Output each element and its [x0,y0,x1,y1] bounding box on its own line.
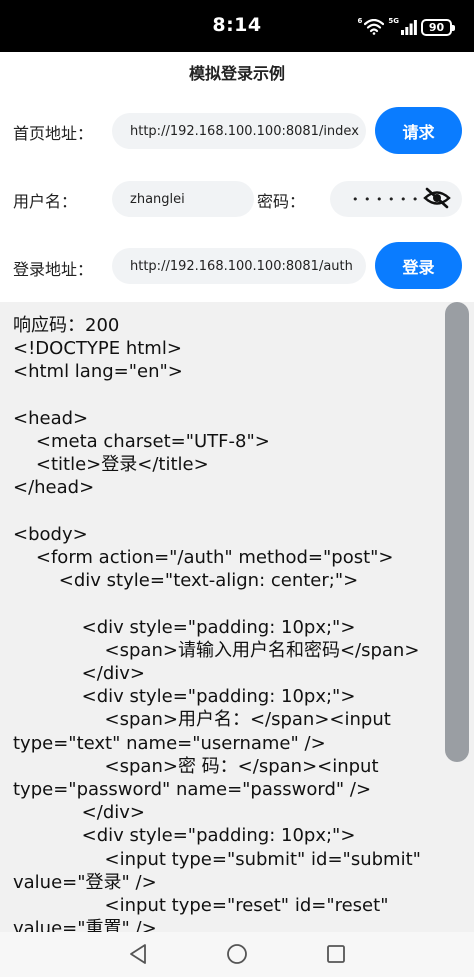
battery-indicator: 90 [421,18,455,36]
wifi-6-label: 6 [357,17,363,25]
home-url-label: 首页地址： [13,124,94,143]
status-bar: 8:14 6 5G 90 [0,0,474,52]
response-text: 响应码：200 <!DOCTYPE html> <html lang="en">… [13,315,421,932]
recents-square-icon[interactable] [324,942,348,966]
home-circle-icon[interactable] [225,942,249,966]
page-title: 模拟登录示例 [188,64,285,83]
back-triangle-icon[interactable] [126,942,150,966]
password-label: 密码： [257,192,306,211]
login-button[interactable]: 登录 [375,242,462,289]
username-label: 用户名： [13,192,78,211]
login-url-label: 登录地址： [13,260,94,279]
navigation-bar [0,932,474,977]
status-icons: 6 5G 90 [357,17,455,37]
username-input[interactable]: zhanglei [112,181,254,217]
battery-level: 90 [428,20,445,34]
login-url-input[interactable]: http://192.168.100.100:8081/auth [112,248,366,284]
signal-icon [401,19,417,35]
response-scrollbar[interactable] [445,302,469,762]
home-url-input[interactable]: http://192.168.100.100:8081/index [112,113,366,149]
eye-off-icon[interactable] [422,184,452,212]
request-button[interactable]: 请求 [375,107,462,154]
wifi-icon [364,19,385,35]
response-panel[interactable]: 响应码：200 <!DOCTYPE html> <html lang="en">… [0,302,474,932]
network-type-label: 5G [388,17,399,25]
